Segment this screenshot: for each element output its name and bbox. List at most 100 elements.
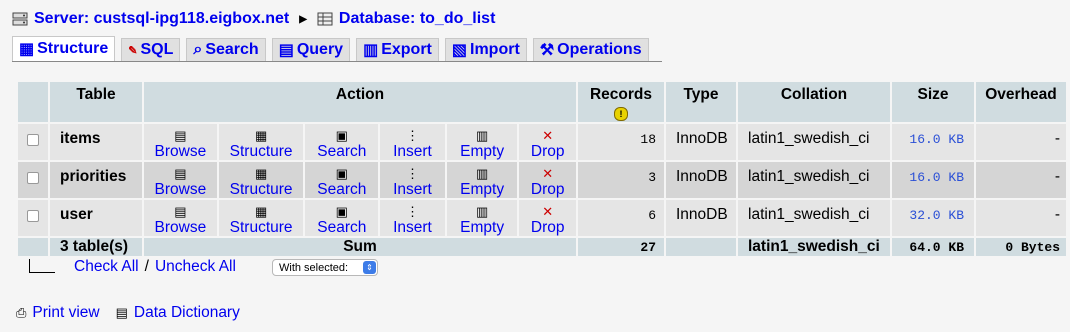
check-separator: /: [144, 258, 149, 275]
tab-query[interactable]: ▤ Query: [271, 38, 351, 61]
insert-action[interactable]: ⋮ Insert: [380, 200, 445, 236]
size-link[interactable]: 16.0 KB: [909, 132, 964, 147]
tab-export[interactable]: ▥ Export: [356, 38, 439, 61]
browse-link[interactable]: Browse: [155, 181, 207, 198]
structure-icon: ▦: [254, 128, 268, 143]
browse-action[interactable]: ▤ Browse: [144, 124, 217, 160]
table-row: items ▤ Browse ▦ Structure ▣ Search ⋮ Insert…: [18, 124, 1066, 160]
table-row: priorities ▤ Browse ▦ Structure ▣ Search ⋮ I…: [18, 162, 1066, 198]
insert-link[interactable]: Insert: [393, 181, 432, 198]
insert-action[interactable]: ⋮ Insert: [380, 124, 445, 160]
size-value: 16.0 KB: [892, 124, 974, 160]
empty-link[interactable]: Empty: [460, 219, 504, 236]
size-link[interactable]: 32.0 KB: [909, 208, 964, 223]
insert-link[interactable]: Insert: [393, 143, 432, 160]
records-value: 3: [578, 162, 664, 198]
tab-label: Query: [296, 41, 344, 58]
data-dictionary-icon: ▤: [115, 305, 128, 320]
drop-icon: ✕: [542, 128, 554, 143]
drop-link[interactable]: Drop: [531, 219, 565, 236]
table-name[interactable]: items: [50, 124, 142, 160]
structure-action[interactable]: ▦ Structure: [218, 124, 304, 160]
browse-link[interactable]: Browse: [155, 143, 207, 160]
browse-icon: ▤: [174, 204, 187, 219]
drop-link[interactable]: Drop: [531, 143, 565, 160]
header-type: Type: [666, 82, 736, 122]
browse-link[interactable]: Browse: [155, 219, 207, 236]
structure-action[interactable]: ▦ Structure: [218, 200, 304, 236]
database-link[interactable]: Database: to_do_list: [339, 10, 495, 28]
header-action: Action: [144, 82, 576, 122]
search-action[interactable]: ▣ Search: [305, 200, 379, 236]
header-overhead: Overhead: [976, 82, 1066, 122]
uncheck-all-link[interactable]: Uncheck All: [155, 258, 236, 276]
size-value: 16.0 KB: [892, 162, 974, 198]
insert-icon: ⋮: [405, 128, 419, 143]
search-action[interactable]: ▣ Search: [305, 162, 379, 198]
row-checkbox[interactable]: [18, 200, 48, 236]
tab-structure[interactable]: ▦ Structure: [12, 36, 116, 61]
header-records-label: Records: [589, 86, 653, 103]
tab-operations[interactable]: ⚒ Operations: [532, 38, 649, 61]
empty-link[interactable]: Empty: [460, 181, 504, 198]
drop-action[interactable]: ✕ Drop: [519, 200, 576, 236]
tab-label: Export: [381, 41, 432, 58]
check-all-link[interactable]: Check All: [74, 258, 139, 276]
empty-icon: ▥: [475, 166, 489, 181]
structure-icon: ▦: [19, 41, 35, 58]
drop-link[interactable]: Drop: [531, 181, 565, 198]
drop-action[interactable]: ✕ Drop: [519, 162, 576, 198]
insert-action[interactable]: ⋮ Insert: [380, 162, 445, 198]
sum-records: 27: [578, 238, 664, 256]
empty-action[interactable]: ▥ Empty: [446, 124, 518, 160]
empty-action[interactable]: ▥ Empty: [446, 200, 518, 236]
row-checkbox[interactable]: [18, 162, 48, 198]
tab-search[interactable]: ⌕ Search: [186, 38, 266, 61]
sql-icon: ✎: [128, 44, 138, 57]
insert-link[interactable]: Insert: [393, 219, 432, 236]
structure-action[interactable]: ▦ Structure: [218, 162, 304, 198]
with-selected-dropdown[interactable]: With selected: ⇕: [272, 259, 378, 276]
search-link[interactable]: Search: [317, 219, 366, 236]
insert-icon: ⋮: [405, 166, 419, 181]
browse-action[interactable]: ▤ Browse: [144, 162, 217, 198]
size-link[interactable]: 16.0 KB: [909, 170, 964, 185]
collation-value: latin1_swedish_ci: [738, 200, 890, 236]
structure-link[interactable]: Structure: [230, 143, 293, 160]
bulk-actions: Check All / Uncheck All: [26, 258, 236, 276]
browse-icon: ▤: [174, 128, 187, 143]
query-icon: ▤: [278, 42, 294, 59]
browse-action[interactable]: ▤ Browse: [144, 200, 217, 236]
search-link[interactable]: Search: [317, 143, 366, 160]
type-value: InnoDB: [666, 124, 736, 160]
data-dictionary-link[interactable]: Data Dictionary: [134, 304, 240, 322]
tab-label: SQL: [140, 41, 174, 58]
tables-list: Table Action Records ! Type Collation Si…: [16, 80, 1068, 258]
header-size: Size: [892, 82, 974, 122]
search-icon: ▣: [335, 204, 348, 219]
search-link[interactable]: Search: [317, 181, 366, 198]
tab-sql[interactable]: ✎ SQL: [121, 38, 181, 61]
empty-action[interactable]: ▥ Empty: [446, 162, 518, 198]
browse-icon: ▤: [174, 166, 187, 181]
sum-spacer: [18, 238, 48, 256]
server-link[interactable]: Server: custsql-ipg118.eigbox.net: [34, 10, 289, 28]
overhead-value: -: [976, 124, 1066, 160]
overhead-value: -: [976, 200, 1066, 236]
table-name[interactable]: user: [50, 200, 142, 236]
insert-icon: ⋮: [405, 204, 419, 219]
breadcrumb: Server: custsql-ipg118.eigbox.net ▶ Data…: [12, 8, 495, 30]
structure-link[interactable]: Structure: [230, 181, 293, 198]
table-row: user ▤ Browse ▦ Structure ▣ Search ⋮ Insert …: [18, 200, 1066, 236]
records-value: 18: [578, 124, 664, 160]
structure-link[interactable]: Structure: [230, 219, 293, 236]
empty-link[interactable]: Empty: [460, 143, 504, 160]
tab-label: Import: [470, 41, 520, 58]
table-name[interactable]: priorities: [50, 162, 142, 198]
drop-action[interactable]: ✕ Drop: [519, 124, 576, 160]
tab-import[interactable]: ▧ Import: [444, 38, 527, 61]
row-checkbox[interactable]: [18, 124, 48, 160]
print-view-link[interactable]: Print view: [32, 304, 99, 322]
database-icon: [317, 12, 333, 26]
search-action[interactable]: ▣ Search: [305, 124, 379, 160]
